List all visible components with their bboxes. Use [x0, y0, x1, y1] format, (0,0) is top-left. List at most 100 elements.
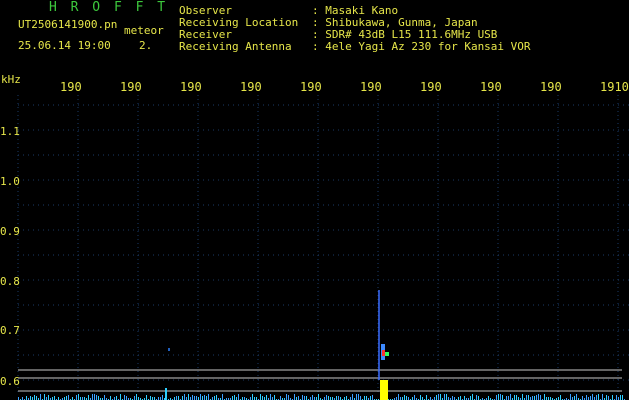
- noise-bar: [338, 396, 339, 400]
- x-tick-label: 190: [120, 80, 142, 94]
- noise-bar: [204, 395, 205, 400]
- noise-bar: [214, 396, 215, 400]
- noise-bar: [576, 394, 577, 400]
- noise-bar: [532, 396, 533, 400]
- noise-bar: [54, 396, 55, 400]
- noise-bar: [208, 394, 209, 400]
- noise-bar: [406, 396, 407, 400]
- noise-bar: [126, 396, 127, 400]
- noise-bar: [294, 394, 295, 400]
- noise-bar: [260, 394, 261, 400]
- faint-dot: [168, 348, 170, 351]
- noise-bar: [446, 394, 447, 400]
- y-tick-label: 0.7: [0, 324, 20, 337]
- noise-bar: [110, 396, 111, 400]
- noise-bar: [66, 396, 67, 400]
- noise-bar: [472, 394, 473, 400]
- noise-bar: [596, 395, 597, 400]
- y-tick-label: 0.9: [0, 225, 20, 238]
- noise-bar: [440, 394, 441, 400]
- noise-bar: [438, 394, 439, 400]
- noise-bar: [414, 395, 415, 400]
- filename-label: UT2506141900.pn: [18, 18, 118, 31]
- noise-bar: [622, 395, 623, 400]
- y-tick-label: 0.8: [0, 275, 20, 288]
- noise-bar: [44, 394, 45, 400]
- noise-bar: [358, 394, 359, 400]
- noise-bar: [360, 396, 361, 400]
- noise-bar: [586, 395, 587, 400]
- noise-bar: [136, 394, 137, 400]
- x-axis-labels: 190 190 190 190 190 190 190 190 190 1910: [60, 80, 629, 94]
- x-tick-label: 190: [420, 80, 442, 94]
- noise-bar: [182, 396, 183, 400]
- noise-bar: [352, 394, 353, 400]
- noise-bar: [582, 396, 583, 400]
- noise-bar: [104, 395, 105, 400]
- antenna-label: Receiving Antenna: [179, 40, 292, 53]
- noise-bar: [346, 396, 347, 400]
- noise-bar: [602, 394, 603, 400]
- x-tick-label: 1910: [600, 80, 629, 94]
- x-tick-label: 190: [240, 80, 262, 94]
- noise-bar: [366, 396, 367, 400]
- noise-bar: [598, 394, 599, 400]
- noise-bar: [150, 396, 151, 400]
- noise-floor: [18, 394, 625, 400]
- noise-bar: [26, 396, 27, 400]
- noise-bar: [498, 394, 499, 400]
- noise-bar: [88, 395, 89, 400]
- noise-bar: [570, 394, 571, 400]
- noise-bar: [560, 395, 561, 400]
- noise-bar: [162, 395, 163, 400]
- noise-bar: [200, 394, 201, 400]
- noise-bar: [620, 395, 621, 400]
- noise-bar: [536, 395, 537, 400]
- noise-bar: [252, 394, 253, 400]
- noise-bar: [590, 396, 591, 400]
- unit-label: kHz: [1, 73, 21, 86]
- noise-bar: [266, 395, 267, 400]
- noise-bar: [178, 396, 179, 400]
- noise-bar: [222, 394, 223, 400]
- noise-bar: [444, 394, 445, 400]
- noise-bar: [176, 396, 177, 400]
- noise-bar: [302, 395, 303, 400]
- noise-bar: [502, 395, 503, 400]
- noise-bar: [476, 395, 477, 400]
- noise-bar: [336, 396, 337, 400]
- noise-bar: [318, 394, 319, 400]
- mode-label: meteor: [124, 24, 164, 37]
- noise-bar: [312, 395, 313, 400]
- noise-bar: [534, 396, 535, 400]
- noise-bar: [78, 394, 79, 400]
- y-axis-labels: 1.1 1.0 0.9 0.8 0.7 0.6: [0, 125, 20, 388]
- noise-bar: [134, 396, 135, 400]
- noise-bar: [522, 394, 523, 400]
- noise-bar: [188, 394, 189, 400]
- noise-bar: [30, 396, 31, 400]
- noise-bar: [616, 395, 617, 400]
- noise-bar: [326, 395, 327, 400]
- noise-bar: [488, 396, 489, 400]
- noise-bar: [404, 395, 405, 400]
- noise-bar: [612, 395, 613, 400]
- x-tick-label: 190: [360, 80, 382, 94]
- noise-bar: [286, 394, 287, 400]
- noise-bar: [478, 396, 479, 400]
- index-label: 2.: [139, 39, 153, 52]
- noise-bar: [496, 395, 497, 400]
- noise-bar: [68, 395, 69, 400]
- trace-hot: [382, 350, 385, 356]
- noise-bar: [574, 396, 575, 400]
- noise-bar: [526, 395, 527, 400]
- noise-bar: [304, 396, 305, 400]
- noise-bar: [540, 395, 541, 400]
- noise-bar: [298, 396, 299, 400]
- noise-bar: [124, 395, 125, 400]
- noise-bar: [544, 394, 545, 400]
- x-tick-label: 190: [180, 80, 202, 94]
- noise-bar: [34, 395, 35, 400]
- noise-bar: [608, 396, 609, 400]
- noise-bar: [464, 396, 465, 400]
